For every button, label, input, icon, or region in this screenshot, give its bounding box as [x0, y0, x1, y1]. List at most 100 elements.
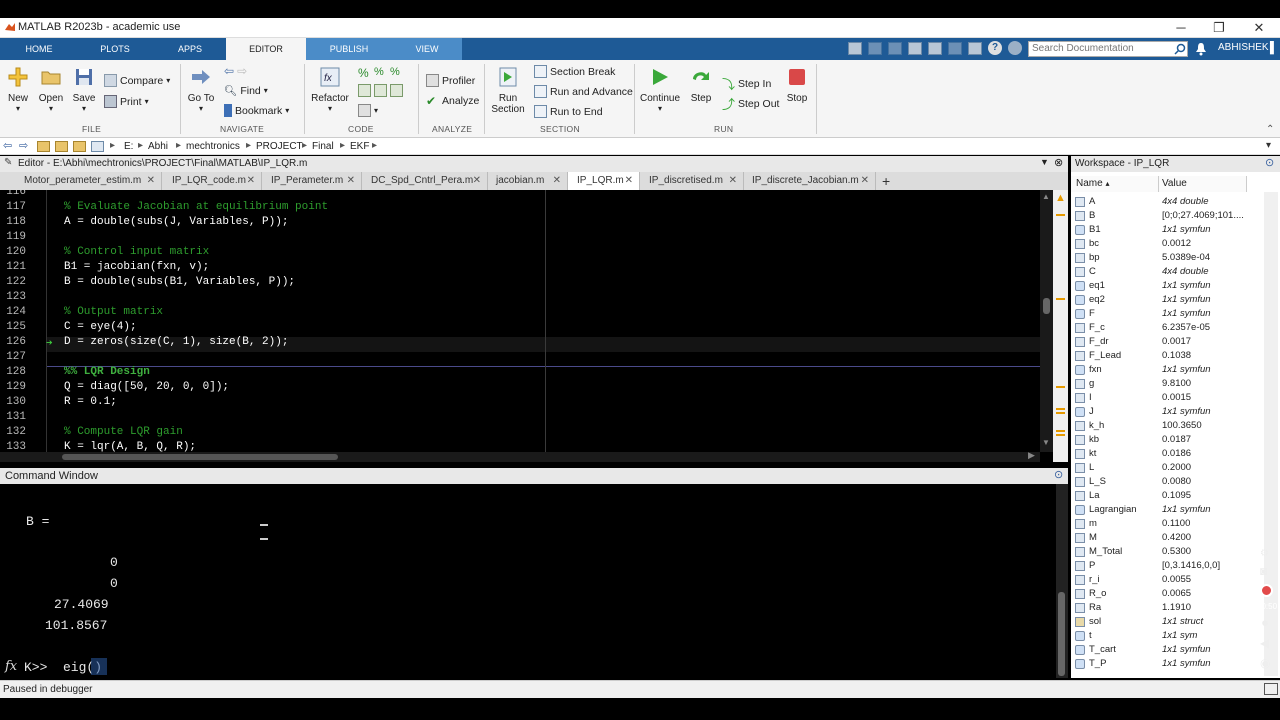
editor-vertical-scrollbar[interactable]: ▲ ▼	[1040, 190, 1053, 452]
comment-toggle-icon[interactable]: %	[374, 66, 387, 79]
warning-triangle-icon[interactable]: ▲	[1055, 192, 1066, 204]
nav-back-forward[interactable]: ⇦ ⇨	[224, 64, 247, 78]
column-header-name[interactable]: Name ▴	[1071, 176, 1159, 192]
command-window[interactable]: B = 0 0 27.4069 101.8567 fx K>> eig()	[0, 484, 1056, 678]
line-number[interactable]: 121	[0, 261, 40, 273]
addr-back-icon[interactable]: ⇦	[3, 139, 12, 152]
line-number[interactable]: 132	[0, 426, 40, 438]
workspace-variable-row[interactable]: F_Lead 0.1038	[1071, 349, 1261, 363]
path-project[interactable]: PROJECT	[256, 141, 303, 152]
workspace-variable-row[interactable]: eq1 1x1 symfun	[1071, 279, 1261, 293]
maximize-button[interactable]: ❐	[1204, 19, 1234, 37]
workspace-variable-row[interactable]: R_o 0.0065	[1071, 587, 1261, 601]
file-tab[interactable]: DC_Spd_Cntrl_Pera.m ✕	[362, 172, 488, 190]
file-tab[interactable]: IP_LQR_code.m ✕	[162, 172, 262, 190]
quick-redo-icon[interactable]	[948, 42, 962, 55]
h-scroll-thumb[interactable]	[62, 454, 338, 460]
new-tab-plus-icon[interactable]: +	[882, 172, 890, 190]
file-tab[interactable]: jacobian.m ✕	[488, 172, 568, 190]
step-button[interactable]: Step	[686, 66, 716, 104]
line-number[interactable]: 120	[0, 246, 40, 258]
workspace-variable-row[interactable]: M 0.4200	[1071, 531, 1261, 545]
save-button[interactable]: Save ▾	[70, 66, 98, 113]
workspace-variable-row[interactable]: J 1x1 symfun	[1071, 405, 1261, 419]
folder-icon[interactable]	[73, 141, 86, 152]
step-out-button[interactable]: ⤴ Step Out	[722, 94, 779, 113]
close-tab-icon[interactable]: ✕	[247, 172, 255, 190]
file-tab[interactable]: IP_discrete_Jacobian.m ✕	[744, 172, 876, 190]
profiler-button[interactable]: Profiler	[426, 74, 475, 87]
line-number[interactable]: 131	[0, 411, 40, 423]
path-mechtronics[interactable]: mechtronics	[186, 141, 240, 152]
workspace-variable-row[interactable]: Lagrangian 1x1 symfun	[1071, 503, 1261, 517]
line-number[interactable]: 127	[0, 351, 40, 363]
comment-line[interactable]: % Control input matrix	[64, 246, 209, 258]
close-window-button[interactable]: ✕	[1244, 19, 1274, 37]
workspace-variable-row[interactable]: P [0,3.1416,0,0]	[1071, 559, 1261, 573]
section-break-button[interactable]: Section Break	[534, 65, 615, 78]
code-line[interactable]: D = zeros(size(C, 1), size(B, 2));	[64, 336, 288, 348]
help-icon[interactable]: ?	[988, 41, 1002, 55]
tab-view[interactable]: VIEW	[392, 38, 462, 60]
microphone-icon[interactable]: ⏺	[1262, 616, 1268, 631]
comment-line[interactable]: %% LQR Design	[64, 366, 150, 378]
camera-icon[interactable]: ◙	[1260, 564, 1267, 578]
speaker-icon[interactable]: ◀	[1260, 636, 1269, 650]
comment-line[interactable]: % Output matrix	[64, 306, 163, 318]
workspace-variable-row[interactable]: I 0.0015	[1071, 391, 1261, 405]
up-folder-icon[interactable]	[37, 141, 50, 152]
quick-cut-icon[interactable]	[868, 42, 882, 55]
workspace-variable-row[interactable]: r_i 0.0055	[1071, 573, 1261, 587]
minimize-button[interactable]: ─	[1166, 19, 1196, 37]
search-documentation-input[interactable]: Search Documentation	[1028, 41, 1188, 57]
code-line[interactable]: K = lqr(A, B, Q, R);	[64, 441, 196, 452]
tab-editor[interactable]: EDITOR	[226, 38, 306, 60]
workspace-variable-row[interactable]: F_dr 0.0017	[1071, 335, 1261, 349]
editor-panel-actions-icon[interactable]: ▼	[1040, 157, 1049, 167]
workspace-variable-row[interactable]: T_cart 1x1 symfun	[1071, 643, 1261, 657]
line-number[interactable]: 126	[0, 336, 40, 348]
quick-paste-icon[interactable]	[908, 42, 922, 55]
workspace-variable-row[interactable]: L 0.2000	[1071, 461, 1261, 475]
indent-icon[interactable]	[358, 84, 371, 97]
line-number[interactable]: 119	[0, 231, 40, 243]
tab-publish[interactable]: PUBLISH	[306, 38, 392, 60]
file-tab[interactable]: IP_discretised.m ✕	[640, 172, 744, 190]
workspace-variable-row[interactable]: m 0.1100	[1071, 517, 1261, 531]
workspace-variable-row[interactable]: k_h 100.3650	[1071, 419, 1261, 433]
tab-apps[interactable]: APPS	[166, 38, 214, 60]
code-line[interactable]: B1 = jacobian(fxn, v);	[64, 261, 209, 273]
workspace-variable-row[interactable]: eq2 1x1 symfun	[1071, 293, 1261, 307]
comment-line[interactable]: % Evaluate Jacobian at equilibrium point	[64, 201, 328, 213]
line-number[interactable]: 117	[0, 201, 40, 213]
line-number[interactable]: 124	[0, 306, 40, 318]
comment-line[interactable]: % Compute LQR gain	[64, 426, 183, 438]
workspace-variable-row[interactable]: sol 1x1 struct	[1071, 615, 1261, 629]
drive-icon[interactable]	[91, 141, 104, 152]
path-ekf[interactable]: EKF	[350, 141, 369, 152]
code-tools-row3[interactable]: ▾	[358, 104, 378, 117]
line-number[interactable]: 130	[0, 396, 40, 408]
workspace-variable-row[interactable]: T_P 1x1 symfun	[1071, 657, 1261, 671]
analyze-button[interactable]: ✔ Analyze	[426, 94, 479, 108]
stop-button[interactable]: Stop	[784, 66, 810, 104]
comment-percent-icon[interactable]: %	[358, 66, 371, 80]
workspace-variable-row[interactable]: B1 1x1 symfun	[1071, 223, 1261, 237]
line-number[interactable]: 128	[0, 366, 40, 378]
open-button[interactable]: Open ▾	[36, 66, 66, 113]
workspace-variable-row[interactable]: kt 0.0186	[1071, 447, 1261, 461]
workspace-variable-row[interactable]: kb 0.0187	[1071, 433, 1261, 447]
workspace-variable-row[interactable]: fxn 1x1 symfun	[1071, 363, 1261, 377]
workspace-variable-row[interactable]: bp 5.0389e-04	[1071, 251, 1261, 265]
warning-marker[interactable]	[1056, 214, 1065, 216]
workspace-variable-row[interactable]: C 4x4 double	[1071, 265, 1261, 279]
find-button[interactable]: 🔍︎ Find ▾	[224, 84, 268, 98]
editor-close-icon[interactable]: ⊗	[1054, 156, 1063, 169]
workspace-variable-row[interactable]: F_c 6.2357e-05	[1071, 321, 1261, 335]
notification-bell-icon[interactable]	[1195, 42, 1207, 56]
print-button[interactable]: Print ▾	[104, 95, 149, 108]
workspace-variable-row[interactable]: A 4x4 double	[1071, 195, 1261, 209]
line-number[interactable]: 116	[0, 190, 40, 198]
browse-folder-icon[interactable]	[55, 141, 68, 152]
code-line[interactable]: A = double(subs(J, Variables, P));	[64, 216, 288, 228]
